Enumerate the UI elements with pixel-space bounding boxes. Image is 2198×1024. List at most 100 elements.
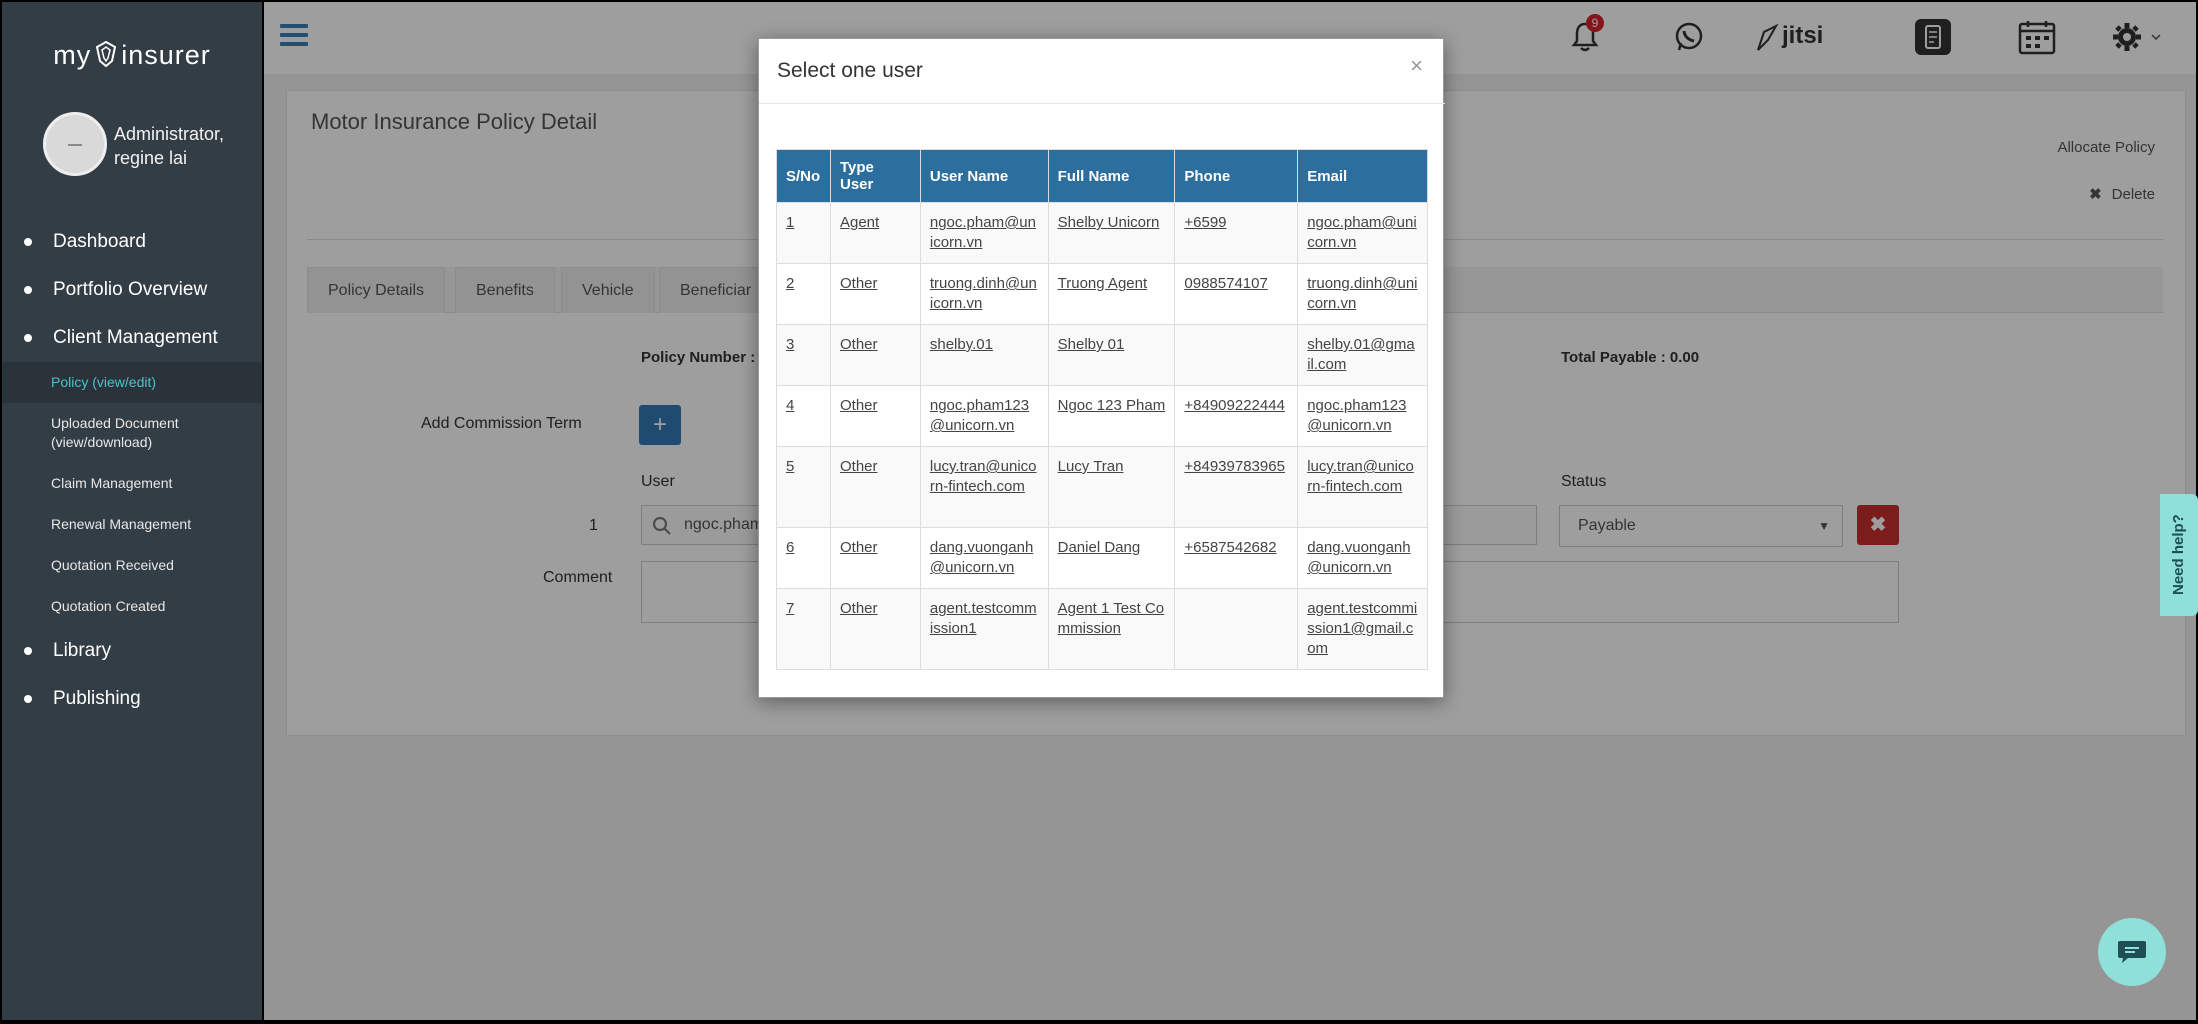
cell-email[interactable]: shelby.01@gmail.com xyxy=(1297,324,1428,386)
cell-phone[interactable]: +84909222444 xyxy=(1174,385,1299,447)
cell-sno[interactable]: 1 xyxy=(776,202,831,264)
cell-phone[interactable]: +84939783965 xyxy=(1174,446,1299,528)
cell-phone[interactable]: +6599 xyxy=(1174,202,1299,264)
sidebar-nav: Dashboard Portfolio Overview Client Mana… xyxy=(2,218,262,723)
select-user-modal: Select one user × S/No Type User User Na… xyxy=(758,38,1445,698)
table-row[interactable]: 4 Other ngoc.pham123@unicorn.vn Ngoc 123… xyxy=(776,385,1428,447)
cell-type[interactable]: Other xyxy=(829,263,921,325)
cell-phone[interactable]: +6587542682 xyxy=(1174,527,1299,589)
cell-type[interactable]: Other xyxy=(829,385,921,447)
table-row[interactable]: 5 Other lucy.tran@unicorn-fintech.com Lu… xyxy=(776,446,1428,528)
sidebar-item-label: Library xyxy=(53,640,112,661)
bullet-icon xyxy=(24,286,32,294)
cell-type[interactable]: Other xyxy=(829,588,921,670)
brand-logo[interactable]: my insurer xyxy=(2,40,262,71)
user-name-line1: Administrator, xyxy=(114,124,225,144)
user-name-line2: regine lai xyxy=(114,148,188,168)
users-table: S/No Type User User Name Full Name Phone… xyxy=(776,149,1428,670)
cell-sno[interactable]: 7 xyxy=(776,588,831,670)
cell-fullname[interactable]: Ngoc 123 Pham xyxy=(1047,385,1176,447)
cell-fullname[interactable]: Agent 1 Test Commission xyxy=(1047,588,1176,670)
cell-sno[interactable]: 5 xyxy=(776,446,831,528)
cell-fullname[interactable]: Daniel Dang xyxy=(1047,527,1176,589)
column-header: Email xyxy=(1297,149,1428,203)
sidebar-item-publishing[interactable]: Publishing xyxy=(2,675,262,723)
column-header: Full Name xyxy=(1047,149,1176,203)
table-row[interactable]: 7 Other agent.testcommission1 Agent 1 Te… xyxy=(776,588,1428,670)
cell-type[interactable]: Agent xyxy=(829,202,921,264)
sidebar-subitem-renewal-management[interactable]: Renewal Management xyxy=(2,504,262,545)
cell-username[interactable]: dang.vuonganh@unicorn.vn xyxy=(919,527,1049,589)
cell-sno[interactable]: 4 xyxy=(776,385,831,447)
sidebar-subitem-label: Policy (view/edit) xyxy=(51,374,157,390)
table-header-row: S/No Type User User Name Full Name Phone… xyxy=(776,149,1428,203)
column-header: S/No xyxy=(776,149,831,203)
chat-button[interactable] xyxy=(2098,918,2166,986)
modal-divider xyxy=(759,103,1445,104)
cell-username[interactable]: truong.dinh@unicorn.vn xyxy=(919,263,1049,325)
column-header: Phone xyxy=(1174,149,1299,203)
bullet-icon xyxy=(24,695,32,703)
cell-fullname[interactable]: Lucy Tran xyxy=(1047,446,1176,528)
cell-email[interactable]: dang.vuonganh@unicorn.vn xyxy=(1297,527,1428,589)
cell-fullname[interactable]: Shelby 01 xyxy=(1047,324,1176,386)
bullet-icon xyxy=(24,334,32,342)
app-frame: my insurer Administrator, regine lai Dash… xyxy=(0,0,2198,1024)
sidebar: my insurer Administrator, regine lai Dash… xyxy=(2,2,262,1020)
sidebar-subitem-label: Uploaded Document (view/download) xyxy=(51,415,179,450)
cell-fullname[interactable]: Shelby Unicorn xyxy=(1047,202,1176,264)
cell-username[interactable]: shelby.01 xyxy=(919,324,1049,386)
brand-right: insurer xyxy=(121,40,211,70)
close-icon[interactable]: × xyxy=(1410,53,1423,79)
sidebar-subitem-uploaded-document[interactable]: Uploaded Document (view/download) xyxy=(2,403,212,463)
cell-username[interactable]: agent.testcommission1 xyxy=(919,588,1049,670)
cell-phone[interactable]: 0988574107 xyxy=(1174,263,1299,325)
table-row[interactable]: 1 Agent ngoc.pham@unicorn.vn Shelby Unic… xyxy=(776,202,1428,264)
sidebar-item-label: Publishing xyxy=(53,688,141,709)
brand-left: my xyxy=(53,40,92,70)
cell-type[interactable]: Other xyxy=(829,527,921,589)
cell-type[interactable]: Other xyxy=(829,324,921,386)
sidebar-subitem-quotation-received[interactable]: Quotation Received xyxy=(2,545,262,586)
sidebar-item-portfolio-overview[interactable]: Portfolio Overview xyxy=(2,266,262,314)
chat-bubble-icon xyxy=(2118,941,2146,963)
sidebar-item-client-management[interactable]: Client Management xyxy=(2,314,262,362)
avatar[interactable] xyxy=(43,112,107,176)
bullet-icon xyxy=(24,647,32,655)
cell-email[interactable]: truong.dinh@unicorn.vn xyxy=(1297,263,1428,325)
sidebar-subitem-label: Renewal Management xyxy=(51,516,192,532)
cell-sno[interactable]: 3 xyxy=(776,324,831,386)
cell-phone[interactable] xyxy=(1174,588,1299,670)
cell-sno[interactable]: 2 xyxy=(776,263,831,325)
cell-username[interactable]: lucy.tran@unicorn-fintech.com xyxy=(919,446,1049,528)
sidebar-subitem-quotation-created[interactable]: Quotation Created xyxy=(2,586,262,627)
sidebar-item-dashboard[interactable]: Dashboard xyxy=(2,218,262,266)
cell-sno[interactable]: 6 xyxy=(776,527,831,589)
sidebar-subitem-claim-management[interactable]: Claim Management xyxy=(2,463,262,504)
cell-username[interactable]: ngoc.pham123@unicorn.vn xyxy=(919,385,1049,447)
sidebar-item-library[interactable]: Library xyxy=(2,627,262,675)
cell-phone[interactable] xyxy=(1174,324,1299,386)
shield-logo-icon xyxy=(96,41,117,67)
modal-title: Select one user xyxy=(777,59,923,82)
sidebar-subitem-label: Claim Management xyxy=(51,475,173,491)
cell-username[interactable]: ngoc.pham@unicorn.vn xyxy=(919,202,1049,264)
user-name: Administrator, regine lai xyxy=(114,122,224,170)
table-row[interactable]: 6 Other dang.vuonganh@unicorn.vn Daniel … xyxy=(776,527,1428,589)
cell-type[interactable]: Other xyxy=(829,446,921,528)
cell-email[interactable]: agent.testcommission1@gmail.com xyxy=(1297,588,1428,670)
table-row[interactable]: 2 Other truong.dinh@unicorn.vn Truong Ag… xyxy=(776,263,1428,325)
sidebar-subitem-label: Quotation Received xyxy=(51,557,174,573)
sidebar-item-label: Dashboard xyxy=(53,231,146,252)
table-row[interactable]: 3 Other shelby.01 Shelby 01 shelby.01@gm… xyxy=(776,324,1428,386)
column-header: User Name xyxy=(919,149,1049,203)
sidebar-subitem-label: Quotation Created xyxy=(51,598,166,614)
sidebar-subitem-policy[interactable]: Policy (view/edit) xyxy=(2,362,262,403)
cell-fullname[interactable]: Truong Agent xyxy=(1047,263,1176,325)
column-header: Type User xyxy=(829,149,921,203)
need-help-tab[interactable]: Need help? xyxy=(2160,494,2198,616)
sidebar-item-label: Portfolio Overview xyxy=(53,279,208,300)
cell-email[interactable]: ngoc.pham@unicorn.vn xyxy=(1297,202,1428,264)
cell-email[interactable]: ngoc.pham123@unicorn.vn xyxy=(1297,385,1428,447)
cell-email[interactable]: lucy.tran@unicorn-fintech.com xyxy=(1297,446,1428,528)
